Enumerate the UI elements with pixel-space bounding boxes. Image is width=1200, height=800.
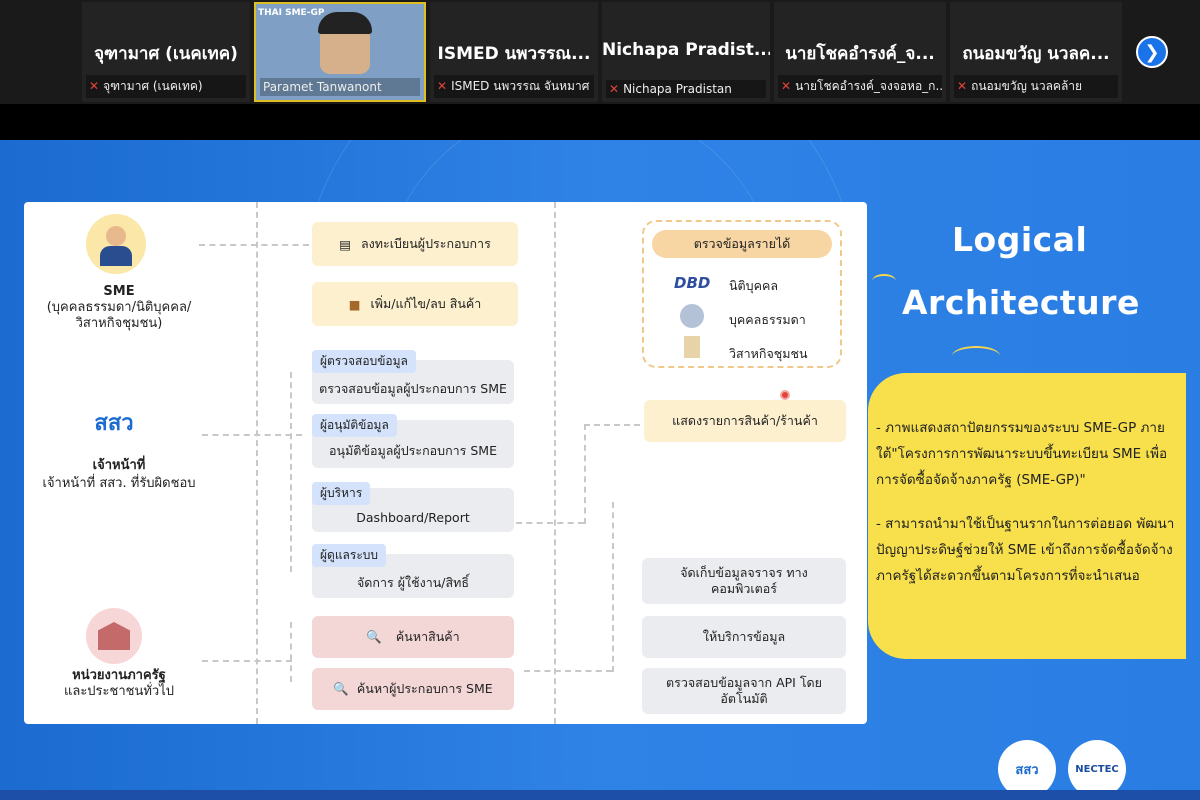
- participant-label: จุฑามาศ (เนคเทค): [103, 79, 203, 93]
- squiggle-decoration: [952, 346, 1000, 366]
- flow-line: [524, 670, 612, 672]
- note-paragraph: - สามารถนำมาใช้เป็นฐานรากในการต่อยอด พัฒ…: [876, 516, 1175, 584]
- hair-shape: [318, 12, 372, 34]
- slide-bottom-bar: [0, 790, 1200, 800]
- divider-line: [256, 202, 258, 724]
- show-list-box: แสดงรายการสินค้า/ร้านค้า: [644, 400, 846, 442]
- flow-arrow: [202, 434, 302, 436]
- sme-subtitle: (บุคคลธรรมดา/นิติบุคคล/ วิสาหกิจชุมชน): [46, 300, 192, 331]
- search-product-box: 🔍 ค้นหาสินค้า: [312, 616, 514, 658]
- register-icon: ▤: [339, 236, 351, 252]
- participant-strip: จุฑามาศ (เนคเทค) ✕ จุฑามาศ (เนคเทค) THAI …: [0, 0, 1200, 104]
- shared-slide: SME (บุคคลธรรมดา/นิติบุคคล/ วิสาหกิจชุมช…: [0, 140, 1200, 800]
- slide-title-line2: Architecture: [902, 283, 1140, 322]
- search-icon: 🔍: [366, 629, 382, 644]
- register-box: ▤ ลงทะเบียนผู้ประกอบการ: [312, 222, 518, 266]
- slide-title-line1: Logical: [952, 220, 1088, 259]
- flow-line: [290, 372, 292, 572]
- participant-name: ISMED นพวรรณ...: [437, 44, 591, 64]
- flow-line: [612, 502, 614, 672]
- executive-role-tag: ผู้บริหาร: [312, 482, 371, 505]
- participant-tile[interactable]: ถนอมขวัญ นวลค... ✕ ถนอมขวัญ นวลคล้าย: [950, 2, 1122, 102]
- pointer-dot: [780, 390, 790, 400]
- architecture-diagram: SME (บุคคลธรรมดา/นิติบุคคล/ วิสาหกิจชุมช…: [24, 202, 867, 724]
- staff-title: เจ้าหน้าที่: [92, 458, 146, 473]
- person-label: บุคคลธรรมดา: [729, 312, 806, 327]
- api-check-box: ตรวจสอบข้อมูลจาก API โดย อัตโนมัติ: [642, 668, 846, 714]
- flow-line: [516, 522, 584, 524]
- mic-muted-icon: ✕: [609, 82, 620, 96]
- description-note: - ภาพแสดงสถาปัตยกรรมของระบบ SME-GP ภายใต…: [868, 373, 1186, 659]
- gov-title: หน่วยงานภาครัฐ: [72, 668, 166, 683]
- participant-name: ถนอมขวัญ นวลค...: [962, 44, 1110, 64]
- participant-label: Nichapa Pradistan: [623, 82, 732, 96]
- government-building-icon: [86, 608, 142, 664]
- mic-muted-icon: ✕: [437, 79, 448, 93]
- admin-role-tag: ผู้ดูแลระบบ: [312, 544, 387, 567]
- income-check-header: ตรวจข้อมูลรายได้: [652, 230, 832, 258]
- participant-tile[interactable]: Nichapa Pradist... ✕ Nichapa Pradistan: [602, 2, 770, 102]
- next-participants-button[interactable]: ❯: [1136, 36, 1168, 68]
- search-sme-box: 🔍 ค้นหาผู้ประกอบการ SME: [312, 668, 514, 710]
- video-logo: THAI SME-GP: [258, 8, 325, 18]
- participant-label: Paramet Tanwanont: [263, 80, 382, 94]
- juristic-label: นิติบุคคล: [729, 278, 778, 293]
- osmep-logo: สสว: [94, 411, 134, 436]
- verifier-role-tag: ผู้ตรวจสอบข้อมูล: [312, 350, 416, 373]
- store-traffic-data-box: จัดเก็บข้อมูลจราจร ทางคอมพิวเตอร์: [642, 558, 846, 604]
- mic-muted-icon: ✕: [89, 79, 100, 93]
- participant-video-tile[interactable]: THAI SME-GP Paramet Tanwanont: [254, 2, 426, 102]
- approver-role-tag: ผู้อนุมัติข้อมูล: [312, 414, 397, 437]
- sme-title: SME: [103, 284, 135, 299]
- squiggle-decoration: [872, 274, 896, 288]
- box-product-icon: ■: [348, 296, 361, 312]
- divider-line: [554, 202, 556, 724]
- participant-name: จุฑามาศ (เนคเทค): [94, 44, 238, 64]
- note-paragraph: - ภาพแสดงสถาปัตยกรรมของระบบ SME-GP ภายใต…: [876, 420, 1168, 488]
- dbd-logo: DBD: [674, 274, 711, 292]
- participant-label: นายโชคอำรงค์_จงจอหอ_ก...: [795, 79, 942, 93]
- products-box: ■ เพิ่ม/แก้ไข/ลบ สินค้า: [312, 282, 518, 326]
- flow-line: [290, 622, 292, 682]
- flow-arrow: [199, 244, 309, 246]
- community-label: วิสาหกิจชุมชน: [729, 346, 808, 361]
- participant-tile[interactable]: ISMED นพวรรณ... ✕ ISMED นพวรรณ จันหมาศ: [430, 2, 598, 102]
- flow-arrow: [202, 660, 292, 662]
- flow-arrow: [584, 424, 640, 426]
- participant-tile[interactable]: นายโชคอำรงค์_จ... ✕ นายโชคอำรงค์_จงจอหอ_ก…: [774, 2, 946, 102]
- mic-muted-icon: ✕: [781, 79, 792, 93]
- participant-tile[interactable]: จุฑามาศ (เนคเทค) ✕ จุฑามาศ (เนคเทค): [82, 2, 250, 102]
- gov-subtitle: และประชาชนทั่วไป: [63, 684, 175, 699]
- participant-name: Nichapa Pradist...: [602, 40, 770, 60]
- mic-muted-icon: ✕: [957, 79, 968, 93]
- flow-line: [584, 424, 586, 524]
- search-people-icon: 🔍: [333, 681, 349, 696]
- sme-people-icon: [86, 214, 146, 274]
- provide-data-box: ให้บริการข้อมูล: [642, 616, 846, 658]
- participant-label: ISMED นพวรรณ จันหมาศ: [451, 79, 590, 93]
- document-icon: [684, 336, 700, 358]
- staff-subtitle: เจ้าหน้าที่ สสว. ที่รับผิดชอบ: [42, 476, 196, 491]
- seal-icon: [680, 304, 704, 328]
- participant-label: ถนอมขวัญ นวลคล้าย: [971, 79, 1083, 93]
- participant-name: นายโชคอำรงค์_จ...: [785, 44, 935, 64]
